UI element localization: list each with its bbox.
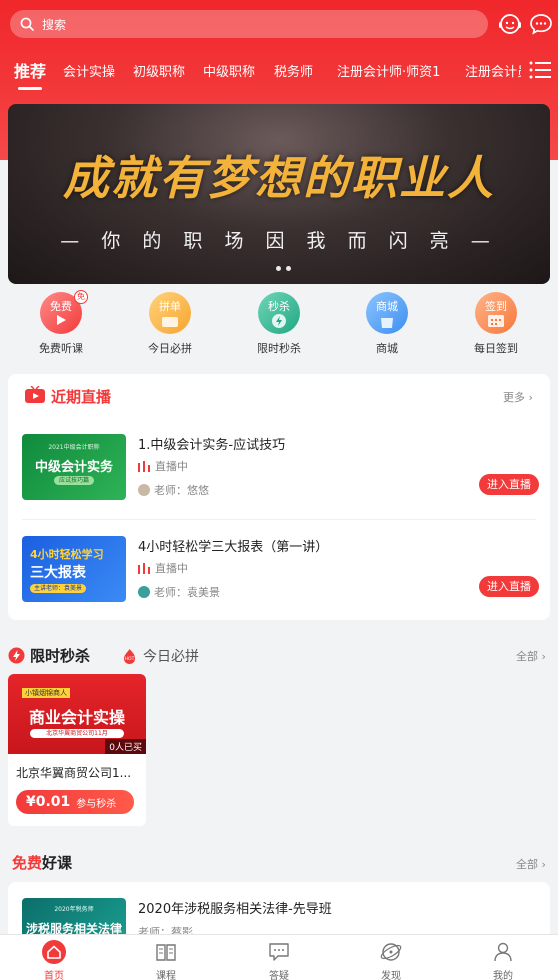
banner-subline: — 你 的 职 场 因 我 而 闪 亮 — xyxy=(60,230,498,252)
live-teacher: 老师：袁美景 xyxy=(138,584,220,600)
free-course-card[interactable]: 2020年税务师 涉税服务相关法律 2020年涉税服务相关法律-先导班 老师：蔡… xyxy=(8,882,550,942)
nav-home[interactable]: 首页 xyxy=(24,939,84,980)
chat-icon xyxy=(269,943,289,961)
enter-live-button[interactable]: 进入直播 xyxy=(479,576,539,597)
user-icon xyxy=(494,942,512,962)
free-section-title: 免费好课 xyxy=(12,854,73,872)
nav-discover[interactable]: 发现 xyxy=(361,939,421,980)
compass-icon xyxy=(380,943,402,961)
search-placeholder: 搜索 xyxy=(42,17,67,32)
free-course-title: 2020年涉税服务相关法律-先导班 xyxy=(138,902,332,917)
flash-sale-icon: 秒杀 xyxy=(258,292,300,334)
tab-accounting-practice[interactable]: 会计实操 xyxy=(63,61,115,80)
quick-label: 免费听课 xyxy=(39,342,83,355)
nav-profile[interactable]: 我的 xyxy=(473,939,533,980)
live-status: 直播中 xyxy=(138,458,188,474)
divider xyxy=(22,519,536,520)
list-item[interactable]: 2021中级会计职称 中级会计实务 应试技巧篇 1.中级会计实务-应试技巧 直播… xyxy=(22,434,540,514)
live-teacher: 老师：悠悠 xyxy=(138,482,209,498)
tab-flash-sale[interactable]: 限时秒杀 xyxy=(8,645,90,666)
avatar xyxy=(138,484,150,496)
avatar xyxy=(138,586,150,598)
calendar-icon: 签到 xyxy=(475,292,517,334)
nav-course[interactable]: 课程 xyxy=(136,939,196,980)
search-icon xyxy=(20,17,34,31)
live-bars-icon xyxy=(138,562,150,574)
quick-links: 免费 免 免费听课 拼单 今日必拼 秒杀 限时秒杀 商城 商城 签到 每日签到 xyxy=(0,290,558,362)
search-input[interactable]: 搜索 xyxy=(10,10,488,38)
live-status: 直播中 xyxy=(138,560,188,576)
enter-live-button[interactable]: 进入直播 xyxy=(479,474,539,495)
category-tabs: 推荐 会计实操 初级职称 中级职称 税务师 注册会计师·师资1 注册会计员 xyxy=(0,52,558,90)
free-course-icon: 免费 免 xyxy=(40,290,88,334)
hot-icon: HOT xyxy=(124,648,135,664)
join-flash-sale-button[interactable]: ¥0.01 参与秒杀 xyxy=(16,790,134,814)
live-section-title: 近期直播 xyxy=(51,388,112,406)
flash-all-link[interactable]: 全部 › xyxy=(516,648,546,664)
flash-sale-icon xyxy=(8,647,25,664)
quick-label: 每日签到 xyxy=(474,342,518,355)
tab-group-buy[interactable]: HOT 今日必拼 xyxy=(121,646,199,666)
course-thumbnail: 小镇烟锦商人 商业会计实操 北京华翼商贸公司11月 0人已买 xyxy=(8,674,146,754)
mall-icon: 商城 xyxy=(366,292,408,334)
list-item[interactable]: 4小时轻松学习 三大报表 主讲老师：袁美景 4小时轻松学三大报表（第一讲） 直播… xyxy=(22,536,540,616)
quick-check-in[interactable]: 签到 每日签到 xyxy=(456,292,536,356)
flash-sale-card[interactable]: 小镇烟锦商人 商业会计实操 北京华翼商贸公司11月 0人已买 北京华翼商贸公司1… xyxy=(8,674,146,826)
quick-label: 限时秒杀 xyxy=(257,342,301,355)
customer-service-icon[interactable] xyxy=(497,11,523,37)
quick-free-course[interactable]: 免费 免 免费听课 xyxy=(21,290,101,356)
promo-banner[interactable]: 成就有梦想的职业人 — 你 的 职 场 因 我 而 闪 亮 — xyxy=(8,104,550,284)
home-icon xyxy=(42,940,66,964)
menu-icon[interactable] xyxy=(529,60,551,80)
banner-headline: 成就有梦想的职业人 xyxy=(63,151,495,205)
live-more-link[interactable]: 更多 › xyxy=(503,389,533,405)
tab-junior-title[interactable]: 初级职称 xyxy=(133,61,185,80)
tab-cpa[interactable]: 注册会计员 xyxy=(465,61,521,80)
live-section: 近期直播 更多 › 2021中级会计职称 中级会计实务 应试技巧篇 1.中级会计… xyxy=(8,374,550,620)
nav-qa[interactable]: 答疑 xyxy=(249,939,309,980)
bottom-nav: 首页 课程 答疑 发现 我的 xyxy=(0,934,558,980)
tab-tax-advisor[interactable]: 税务师 xyxy=(274,61,313,80)
quick-flash-sale[interactable]: 秒杀 限时秒杀 xyxy=(239,292,319,356)
live-tv-icon xyxy=(25,386,45,403)
free-tag-icon: 免 xyxy=(74,290,88,304)
quick-group-buy[interactable]: 拼单 今日必拼 xyxy=(130,292,210,356)
live-course-title: 4小时轻松学三大报表（第一讲） xyxy=(138,540,329,555)
live-bars-icon xyxy=(138,460,150,472)
banner-pager xyxy=(276,266,291,271)
group-buy-icon: 拼单 xyxy=(149,292,191,334)
sold-count: 0人已买 xyxy=(105,739,146,754)
tab-recommend[interactable]: 推荐 xyxy=(14,58,46,90)
message-icon[interactable] xyxy=(528,11,554,37)
quick-mall[interactable]: 商城 商城 xyxy=(347,292,427,356)
quick-label: 今日必拼 xyxy=(148,342,192,355)
flash-item-title: 北京华翼商贸公司1... xyxy=(16,766,132,780)
tab-cpa-teacher[interactable]: 注册会计师·师资1 xyxy=(337,61,440,80)
book-icon xyxy=(156,944,176,961)
free-all-link[interactable]: 全部 › xyxy=(516,856,546,872)
course-thumbnail: 2021中级会计职称 中级会计实务 应试技巧篇 xyxy=(22,434,126,500)
tab-intermediate-title[interactable]: 中级职称 xyxy=(203,61,255,80)
quick-label: 商城 xyxy=(376,342,398,355)
course-thumbnail: 4小时轻松学习 三大报表 主讲老师：袁美景 xyxy=(22,536,126,602)
svg-text:HOT: HOT xyxy=(125,656,135,662)
live-course-title: 1.中级会计实务-应试技巧 xyxy=(138,438,286,453)
